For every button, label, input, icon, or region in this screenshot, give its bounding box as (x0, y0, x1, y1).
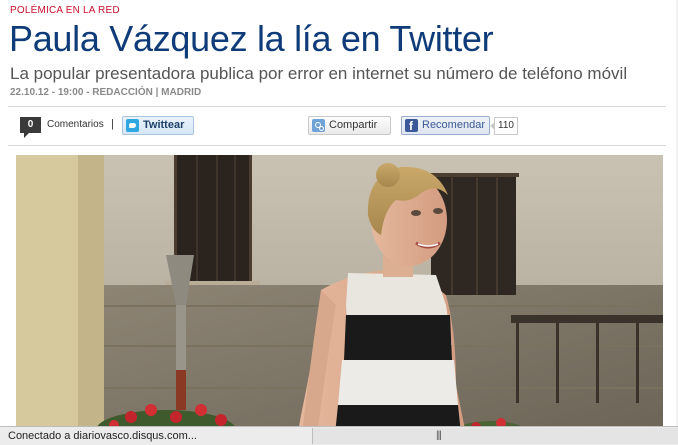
article-photo[interactable] (16, 155, 663, 444)
share-button-label: Compartir (329, 119, 378, 131)
share-icon (312, 119, 325, 132)
share-button[interactable]: Compartir (308, 116, 391, 135)
facebook-icon (405, 118, 418, 135)
article-byline: 22.10.12 - 19:00 - REDACCIÓN | MADRID (10, 87, 202, 98)
status-text: Conectado a diariovasco.disqus.com... (8, 430, 197, 442)
comments-link[interactable]: Comentarios (47, 119, 104, 130)
article-subtitle: La popular presentadora publica por erro… (10, 64, 628, 83)
divider-top (8, 106, 666, 107)
kicker-label[interactable]: POLÉMICA EN LA RED (10, 5, 120, 16)
twitter-bird-icon (126, 119, 139, 132)
separator: | (111, 118, 114, 130)
divider-bottom (8, 145, 666, 146)
browser-status-bar: Conectado a diariovasco.disqus.com... ||… (0, 426, 678, 445)
recommend-button-label: Recomendar (422, 119, 485, 131)
article-headline: Paula Vázquez la lía en Twitter (9, 18, 494, 59)
resize-grip[interactable]: ||| (436, 430, 442, 441)
tweet-button-label: Twittear (143, 119, 185, 131)
facebook-recommend-button[interactable]: Recomendar (401, 116, 490, 135)
facebook-like-count: 110 (490, 117, 518, 135)
comment-count-badge[interactable]: 0 (20, 117, 41, 138)
tweet-button[interactable]: Twittear (122, 116, 194, 135)
status-segment (312, 428, 678, 444)
